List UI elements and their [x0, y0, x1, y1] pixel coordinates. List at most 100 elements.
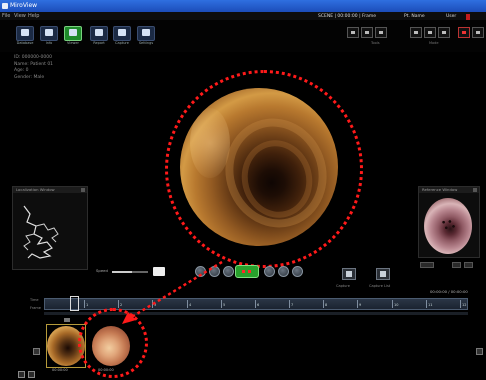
- database-button[interactable]: Database: [16, 26, 34, 45]
- timeline-tick-label: 4: [189, 303, 192, 307]
- report-icon: [90, 26, 108, 41]
- timeline-tick-label: 3: [154, 303, 157, 307]
- bottom-button-2[interactable]: [28, 371, 35, 378]
- timeline-tick: [221, 300, 222, 308]
- timeline-tick-label: 9: [359, 303, 362, 307]
- thumb-scroll-right[interactable]: [476, 348, 483, 355]
- settings-button[interactable]: Settings: [137, 26, 155, 45]
- window-title: MiroView: [10, 2, 38, 9]
- timeline-tick-label: 10: [394, 303, 399, 307]
- speed-slider-fill: [112, 271, 132, 273]
- tool-button-2[interactable]: [361, 27, 373, 38]
- settings-icon: [137, 26, 155, 41]
- menu-item-view[interactable]: View: [14, 12, 26, 20]
- capture-tool-button-label: Capture: [115, 41, 129, 45]
- playback-controls: Speed: [92, 262, 412, 282]
- patient-id: ID: 000000-0000: [14, 55, 52, 60]
- speed-value-box[interactable]: [153, 267, 165, 276]
- status-user: User: [446, 14, 457, 19]
- tool-button-1[interactable]: [347, 27, 359, 38]
- timeline-time-readout: 00:00:00 / 00:00:00: [430, 289, 468, 294]
- viewer-button-label: Viewer: [67, 41, 79, 45]
- timeline-tick: [460, 300, 461, 308]
- thumbnail-tab[interactable]: [64, 318, 70, 322]
- prev-frame-button[interactable]: [223, 266, 234, 277]
- next-frame-button[interactable]: [264, 266, 275, 277]
- timeline-tick-label: 7: [291, 303, 294, 307]
- timeline-tick: [323, 300, 324, 308]
- timeline-tick: [426, 300, 427, 308]
- timeline-tick-label: 6: [257, 303, 260, 307]
- capture-button-label: Capture: [336, 284, 350, 288]
- fast-forward-button[interactable]: [292, 266, 303, 277]
- timeline-cursor[interactable]: [70, 296, 79, 311]
- database-button-label: Database: [16, 41, 34, 45]
- thumb-scroll-left[interactable]: [33, 348, 40, 355]
- capture-list-button-label: Capture List: [369, 284, 391, 288]
- mode-button-2[interactable]: [424, 27, 436, 38]
- close-icon[interactable]: [81, 188, 85, 192]
- reference-image[interactable]: [424, 198, 472, 254]
- timeline-tick: [187, 300, 188, 308]
- info-button-label: Info: [45, 41, 53, 45]
- alert-indicator: [466, 14, 470, 20]
- localization-panel-header: Localization Window: [13, 187, 87, 193]
- capsule-track-map: [23, 205, 59, 259]
- timeline-tick-label: 2: [120, 303, 123, 307]
- reference-button-1[interactable]: [420, 262, 434, 268]
- timeline-tick: [255, 300, 256, 308]
- menu-item-file[interactable]: File: [2, 12, 10, 20]
- timeline-tick-label: 8: [325, 303, 328, 307]
- timeline-tick: [289, 300, 290, 308]
- timeline-tick: [152, 300, 153, 308]
- status-patient: Pt. Name: [404, 14, 425, 19]
- capture-icon: [113, 26, 131, 41]
- extra-button[interactable]: [472, 27, 484, 38]
- reference-button-2[interactable]: [452, 262, 461, 268]
- patient-info: ID: 000000-0000 Name: Patient 01 Age: 0 …: [14, 55, 53, 81]
- mode-caption: Mode: [429, 41, 439, 45]
- status-scene: SCENE | 00:00:00 | Frame: [318, 14, 377, 19]
- capture-tool-button[interactable]: Capture: [113, 26, 131, 45]
- timeline-tick-label: 5: [223, 303, 226, 307]
- lesion-spots: [440, 218, 458, 232]
- capture-button[interactable]: [342, 268, 356, 280]
- patient-gender: Gender: Male: [14, 74, 45, 80]
- settings-button-label: Settings: [138, 41, 154, 45]
- tools-caption: Tools: [371, 41, 380, 45]
- close-view-button[interactable]: [458, 27, 470, 38]
- timeline-tick: [84, 300, 85, 308]
- annotation-circle-thumbnail: [78, 308, 148, 378]
- rewind-button[interactable]: [195, 266, 206, 277]
- step-back-button[interactable]: [209, 266, 220, 277]
- timeline-tick: [118, 300, 119, 308]
- capture-list-button[interactable]: [376, 268, 390, 280]
- annotation-circle-main: [165, 70, 363, 268]
- bottom-button-1[interactable]: [18, 371, 25, 378]
- menu-item-help[interactable]: Help: [28, 12, 39, 20]
- report-button[interactable]: Report: [90, 26, 108, 45]
- report-button-label: Report: [93, 41, 105, 45]
- timeline-tick-label: 11: [428, 303, 433, 307]
- mode-button-3[interactable]: [438, 27, 450, 38]
- viewer-icon: [64, 26, 82, 41]
- reference-panel-header: Reference Window: [419, 187, 479, 193]
- speed-label: Speed: [96, 268, 108, 273]
- play-indicator: [242, 270, 245, 273]
- title-bar[interactable]: MiroView: [0, 0, 486, 12]
- app-window: MiroView File View Help Database Info Vi…: [0, 0, 486, 380]
- reference-button-3[interactable]: [464, 262, 473, 268]
- app-icon: [2, 3, 8, 9]
- close-icon[interactable]: [473, 188, 477, 192]
- timeline-tick-label: 12: [462, 303, 467, 307]
- timeline-tick-label: 1: [86, 303, 89, 307]
- info-button[interactable]: Info: [40, 26, 58, 45]
- play-button[interactable]: [235, 265, 259, 278]
- viewer-button[interactable]: Viewer: [64, 26, 82, 45]
- timeline-row-label-time: Time: [30, 298, 39, 302]
- mode-button-1[interactable]: [410, 27, 422, 38]
- step-forward-button[interactable]: [278, 266, 289, 277]
- tool-button-3[interactable]: [375, 27, 387, 38]
- timeline-tick: [392, 300, 393, 308]
- play-indicator: [248, 270, 251, 273]
